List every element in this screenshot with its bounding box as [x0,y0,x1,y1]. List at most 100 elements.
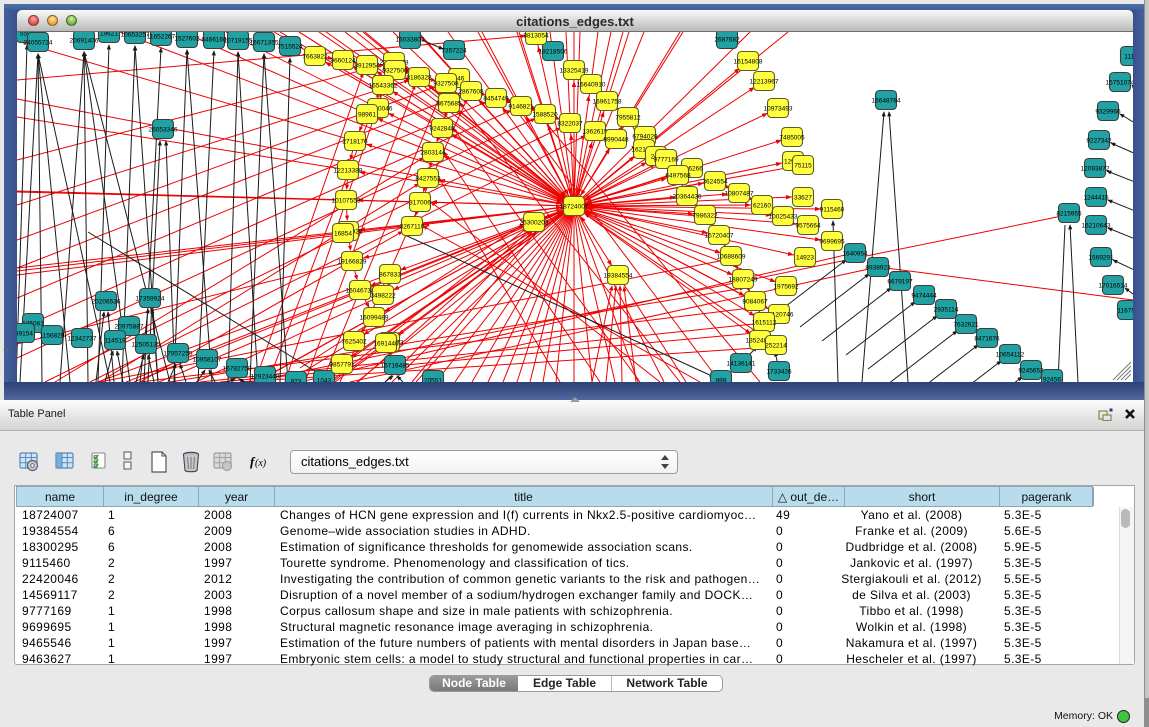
svg-text:9575664: 9575664 [795,223,821,230]
svg-text:2803144: 2803144 [420,150,446,157]
svg-text:9777169: 9777169 [653,157,679,164]
svg-text:7632621: 7632621 [953,322,979,329]
svg-text:10654112: 10654112 [996,352,1025,359]
svg-text:20206536: 20206536 [92,299,121,306]
svg-text:1362615: 1362615 [582,129,608,136]
svg-text:8471676: 8471676 [974,336,1000,343]
svg-text:8427552: 8427552 [415,176,441,183]
svg-text:16854: 16854 [334,231,352,238]
svg-text:8454749: 8454749 [483,96,509,103]
svg-text:13325419: 13325419 [560,68,589,75]
svg-text:8990448: 8990448 [603,137,629,144]
svg-text:10025433: 10025433 [769,214,798,221]
svg-text:10958107: 10958107 [193,357,222,364]
svg-text:18807249: 18807249 [729,277,758,284]
svg-text:116753: 116753 [1117,308,1133,315]
svg-text:(x): (x) [255,458,267,469]
svg-text:3675685: 3675685 [436,101,462,108]
svg-text:8813054: 8813054 [523,33,549,40]
svg-text:10807487: 10807487 [725,191,754,198]
svg-text:10688609: 10688609 [717,254,746,261]
svg-text:18724007: 18724007 [560,204,589,211]
svg-text:2687682: 2687682 [714,37,740,44]
svg-text:12213389: 12213389 [334,168,363,175]
svg-text:1640954: 1640954 [842,251,868,258]
svg-text:12093872: 12093872 [1081,166,1110,173]
svg-text:33627: 33627 [794,195,812,202]
svg-text:75115: 75115 [794,163,812,170]
svg-text:20551: 20551 [424,378,442,382]
svg-text:9327506: 9327506 [382,68,408,75]
svg-text:252214: 252214 [765,343,787,350]
svg-text:15720407: 15720407 [705,233,734,240]
svg-text:7625402: 7625402 [341,339,367,346]
svg-text:16210643: 16210643 [1082,223,1111,230]
svg-text:7955812: 7955812 [615,115,641,122]
svg-text:8912954: 8912954 [354,63,380,70]
svg-text:10653257: 10653257 [121,32,150,39]
svg-text:62160: 62160 [753,203,771,210]
svg-text:14923: 14923 [796,255,814,262]
svg-text:1244415: 1244415 [1083,195,1109,202]
svg-text:317006: 317006 [409,200,431,207]
svg-text:899: 899 [716,378,727,382]
svg-text:16640910: 16640910 [577,82,606,89]
svg-text:9245652: 9245652 [1018,368,1044,375]
svg-text:16099489: 16099489 [360,315,389,322]
svg-text:1569291: 1569291 [1088,255,1114,262]
svg-text:9857791: 9857791 [329,362,355,369]
svg-text:10973493: 10973493 [764,106,793,113]
svg-text:114519: 114519 [104,338,126,345]
svg-text:12923448: 12923448 [251,374,280,381]
svg-text:1691440: 1691440 [373,341,399,348]
svg-text:9115460: 9115460 [820,207,845,214]
svg-text:2867608: 2867608 [458,89,484,96]
svg-text:973: 973 [291,379,302,382]
svg-text:16154808: 16154808 [734,59,763,66]
svg-text:1615112: 1615112 [752,320,777,327]
svg-text:8215955: 8215955 [1056,211,1082,218]
svg-text:7485005: 7485005 [779,135,805,142]
svg-text:17016514: 17016514 [1099,283,1128,290]
svg-text:8322037: 8322037 [557,121,583,128]
svg-text:25300203: 25300203 [520,220,549,227]
svg-text:867833: 867833 [379,272,401,279]
svg-text:9242848: 9242848 [429,126,455,133]
svg-text:1588520: 1588520 [532,112,558,119]
svg-text:16961758: 16961758 [593,99,622,106]
svg-text:9146821: 9146821 [508,104,534,111]
svg-text:19621: 19621 [100,32,118,38]
svg-text:15716485: 15716485 [381,363,410,370]
svg-text:9329966: 9329966 [1095,109,1121,116]
svg-text:6679197: 6679197 [887,279,913,286]
svg-text:2935114: 2935114 [934,307,959,314]
svg-text:9084067: 9084067 [742,299,768,306]
svg-text:19384554: 19384554 [604,273,633,280]
svg-text:39154: 39154 [17,331,33,338]
svg-text:16782759: 16782759 [223,366,252,373]
svg-text:1733426: 1733426 [766,369,792,376]
svg-text:10719155: 10719155 [224,38,253,45]
svg-text:16033809: 16033809 [396,37,425,44]
svg-text:15751074: 15751074 [1106,80,1133,87]
svg-text:1156829: 1156829 [40,333,65,340]
svg-text:16671355: 16671355 [250,40,279,47]
svg-text:20364436: 20364436 [673,194,702,201]
svg-text:92456: 92456 [1043,377,1061,382]
svg-text:11652267: 11652267 [147,34,176,41]
svg-text:24055724: 24055724 [24,40,53,47]
svg-text:17359924: 17359924 [136,296,165,303]
svg-text:3267110: 3267110 [400,224,425,231]
svg-text:9660124: 9660124 [330,58,356,65]
svg-text:3498222: 3498222 [370,293,396,300]
svg-text:6497568: 6497568 [665,173,691,180]
svg-text:12213967: 12213967 [750,79,779,86]
svg-text:1975692: 1975692 [773,284,799,291]
svg-text:98961: 98961 [358,112,376,119]
svg-text:9227342: 9227342 [1086,138,1112,145]
svg-text:14136141: 14136141 [727,361,756,368]
svg-text:1043: 1043 [317,378,332,382]
svg-text:1527602: 1527602 [174,36,200,43]
svg-text:8186328: 8186328 [406,75,432,82]
svg-text:16648784: 16648784 [872,98,901,105]
